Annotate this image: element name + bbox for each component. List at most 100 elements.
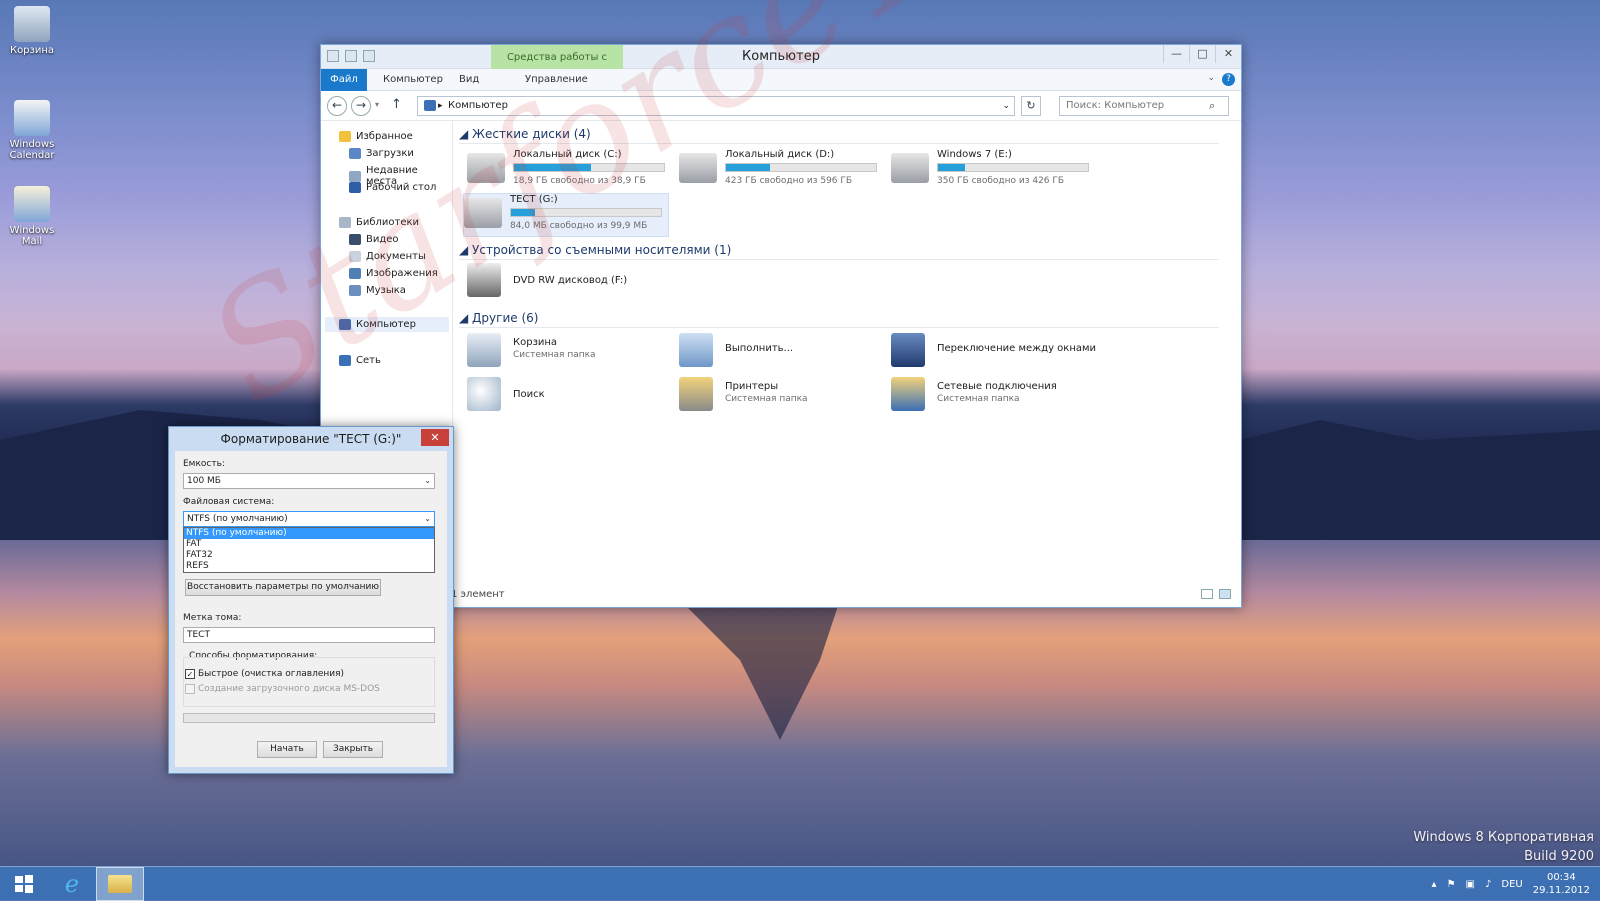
desktop-icon-calendar[interactable]: Windows Calendar: [0, 100, 64, 161]
maximize-button[interactable]: □: [1189, 45, 1215, 63]
breadcrumb-separator-icon: ▸: [438, 101, 443, 111]
clock-date: 29.11.2012: [1532, 885, 1590, 896]
filesystem-select[interactable]: NTFS (по умолчанию) ⌄: [183, 511, 435, 527]
item-name: DVD RW дисковод (F:): [513, 275, 628, 286]
dialog-close-button[interactable]: ✕: [421, 429, 449, 446]
taskbar-file-explorer[interactable]: [96, 867, 144, 901]
start-button[interactable]: Начать: [257, 741, 317, 758]
nav-libraries[interactable]: Библиотеки: [339, 217, 419, 228]
show-hidden-icons-icon[interactable]: ▴: [1432, 879, 1437, 890]
back-button[interactable]: ←: [327, 96, 347, 116]
recent-places-icon: [349, 170, 361, 182]
drive-free-space: 350 ГБ свободно из 426 ГБ: [937, 176, 1065, 186]
dvd-drive-item[interactable]: DVD RW дисковод (F:): [467, 263, 667, 303]
restore-defaults-button[interactable]: Восстановить параметры по умолчанию: [185, 579, 381, 596]
tab-computer[interactable]: Компьютер: [373, 69, 453, 91]
group-label: Жесткие диски (4): [472, 127, 591, 141]
other-item[interactable]: Переключение между окнами: [891, 333, 1131, 373]
up-button[interactable]: ↑: [391, 97, 402, 112]
nav-label: Музыка: [366, 285, 406, 296]
other-item[interactable]: Принтеры Системная папка: [679, 377, 879, 417]
network-icon[interactable]: ▣: [1466, 879, 1475, 890]
nav-label: Видео: [366, 234, 399, 245]
search-icon[interactable]: ⌕: [1209, 99, 1215, 113]
other-item[interactable]: Поиск: [467, 377, 667, 417]
content-pane: ◢ Жесткие диски (4) Локальный диск (C:) …: [459, 121, 1229, 591]
close-dialog-button[interactable]: Закрыть: [323, 741, 383, 758]
flag-icon[interactable]: ⚑: [1447, 879, 1456, 890]
dialog-title: Форматирование "ТЕСТ (G:)": [220, 432, 402, 446]
start-icon: [15, 875, 33, 893]
nav-network[interactable]: Сеть: [339, 355, 381, 366]
drive-item[interactable]: Локальный диск (D:) 423 ГБ свободно из 5…: [679, 149, 879, 193]
group-removable[interactable]: ◢ Устройства со съемными носителями (1): [459, 243, 1220, 260]
drive-item-selected[interactable]: ТЕСТ (G:) 84,0 МБ свободно из 99,9 МБ: [463, 193, 669, 237]
minimize-button[interactable]: —: [1163, 45, 1189, 63]
search-input[interactable]: Поиск: Компьютер: [1059, 96, 1229, 116]
nav-video[interactable]: Видео: [349, 234, 399, 245]
dvd-drive-icon: [467, 263, 501, 297]
drive-item[interactable]: Локальный диск (C:) 18,9 ГБ свободно из …: [467, 149, 667, 193]
msdos-disk-checkbox: Создание загрузочного диска MS-DOS: [185, 684, 380, 694]
collapse-icon: ◢: [459, 243, 473, 257]
drive-item[interactable]: Windows 7 (E:) 350 ГБ свободно из 426 ГБ: [891, 149, 1091, 193]
dropdown-option[interactable]: FAT: [184, 539, 434, 550]
nav-downloads[interactable]: Загрузки: [349, 148, 414, 159]
start-button[interactable]: [0, 867, 48, 901]
refresh-button[interactable]: ↻: [1021, 96, 1041, 116]
nav-computer[interactable]: Компьютер: [325, 317, 449, 332]
recent-locations-icon[interactable]: ▾: [375, 100, 379, 109]
dropdown-option[interactable]: REFS: [184, 561, 434, 572]
volume-icon[interactable]: ♪: [1485, 879, 1491, 890]
desktop-icon: [349, 182, 361, 193]
nav-label: Избранное: [356, 131, 413, 142]
recycle-bin-icon: [467, 333, 501, 367]
other-item[interactable]: Корзина Системная папка: [467, 333, 667, 373]
nav-desktop[interactable]: Рабочий стол: [349, 182, 436, 193]
nav-documents[interactable]: Документы: [349, 251, 426, 262]
desktop-icon-recycle-bin[interactable]: Корзина: [0, 6, 64, 56]
details-view-icon[interactable]: [1201, 589, 1213, 599]
video-icon: [349, 234, 361, 245]
language-indicator[interactable]: DEU: [1501, 879, 1522, 890]
nav-pictures[interactable]: Изображения: [349, 268, 438, 279]
taskbar-internet-explorer[interactable]: e: [48, 867, 96, 901]
system-tray: ▴ ⚑ ▣ ♪ DEU 00:34 29.11.2012: [1432, 867, 1590, 901]
dialog-body: Емкость: 100 МБ ⌄ Файловая система: NTFS…: [175, 451, 447, 767]
status-bar-count: 1 элемент: [451, 589, 505, 600]
item-name: Сетевые подключения: [937, 381, 1057, 392]
address-bar[interactable]: ▸ Компьютер ⌄: [417, 96, 1015, 116]
file-explorer-icon: [108, 875, 132, 893]
search-icon: [467, 377, 501, 411]
chevron-down-icon[interactable]: ⌄: [1207, 73, 1215, 83]
capacity-select[interactable]: 100 МБ ⌄: [183, 473, 435, 489]
drive-usage-bar: [510, 208, 662, 217]
clock[interactable]: 00:34 29.11.2012: [1533, 871, 1590, 897]
address-dropdown-icon[interactable]: ⌄: [1002, 97, 1010, 115]
desktop-icon-mail[interactable]: Windows Mail: [0, 186, 64, 247]
libraries-icon: [339, 217, 351, 228]
forward-button[interactable]: →: [351, 96, 371, 116]
help-icon[interactable]: ?: [1222, 73, 1235, 86]
quick-format-checkbox[interactable]: ✓ Быстрое (очистка оглавления): [185, 669, 344, 679]
dialog-titlebar[interactable]: Форматирование "ТЕСТ (G:)" ✕: [169, 427, 453, 451]
tiles-view-icon[interactable]: [1219, 589, 1231, 599]
explorer-titlebar[interactable]: Средства работы с дисками Компьютер — □ …: [321, 45, 1241, 89]
ribbon-tabs: Файл Компьютер Вид Управление ⌄ ?: [321, 69, 1241, 91]
tab-file[interactable]: Файл: [321, 69, 367, 91]
nav-favorites[interactable]: Избранное: [339, 131, 413, 142]
nav-music[interactable]: Музыка: [349, 285, 406, 296]
nav-label: Загрузки: [366, 148, 414, 159]
tab-view[interactable]: Вид: [449, 69, 489, 91]
close-button[interactable]: ✕: [1215, 45, 1241, 63]
filesystem-value: NTFS (по умолчанию): [187, 514, 288, 524]
group-other[interactable]: ◢ Другие (6): [459, 311, 1224, 328]
group-hard-disks[interactable]: ◢ Жесткие диски (4): [459, 127, 1218, 144]
other-item[interactable]: Выполнить...: [679, 333, 879, 373]
tab-manage[interactable]: Управление: [515, 69, 598, 91]
star-icon: [339, 131, 351, 142]
other-item[interactable]: Сетевые подключения Системная папка: [891, 377, 1091, 417]
volume-label-input[interactable]: ТЕСТ: [183, 627, 435, 643]
dropdown-option[interactable]: NTFS (по умолчанию): [184, 528, 434, 539]
dropdown-option[interactable]: FAT32: [184, 550, 434, 561]
